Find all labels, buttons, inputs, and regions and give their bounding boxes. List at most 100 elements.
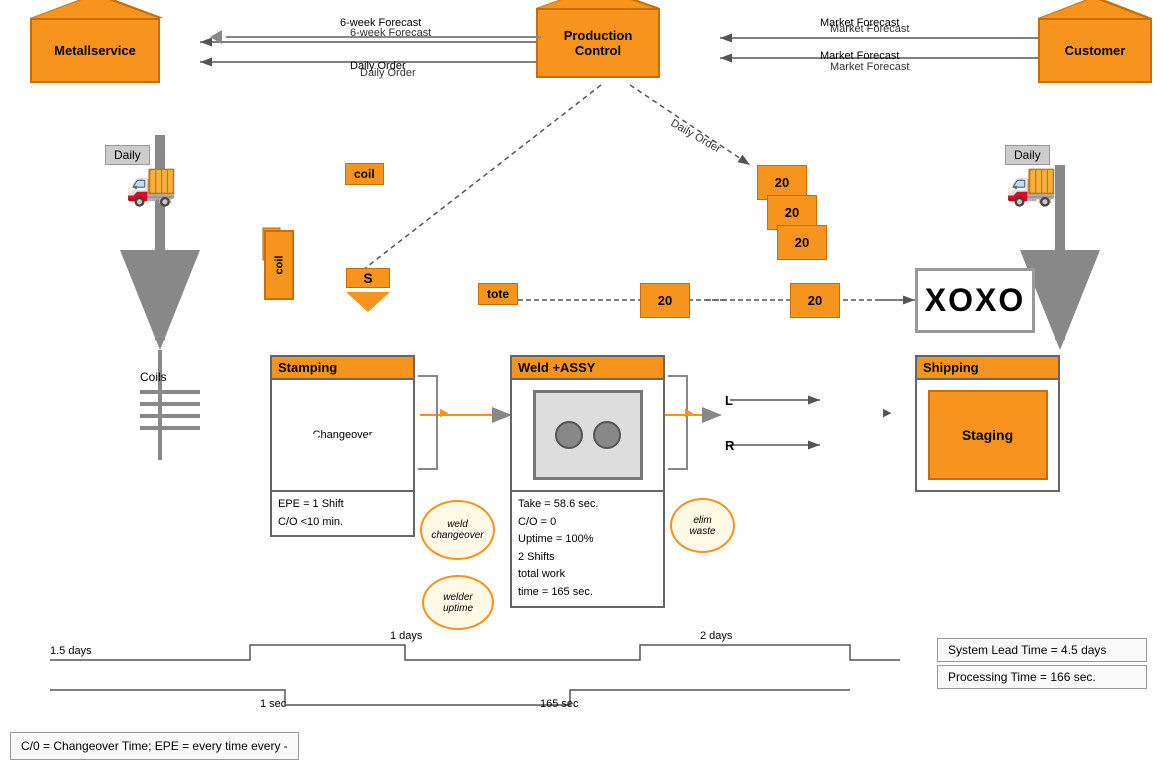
weld-machine xyxy=(533,390,643,480)
timeline-days-2: 1 days xyxy=(390,630,422,642)
market-forecast-1-display: Market Forecast xyxy=(820,17,899,29)
metallservice-label: Metallservice xyxy=(30,18,160,83)
push-arrow-label-2: ▶ xyxy=(685,406,693,419)
changeover-burst: Changeover xyxy=(293,385,393,485)
stamping-co: C/O <10 min. xyxy=(278,514,407,532)
push-arrow-label-1: ▶ xyxy=(440,406,448,419)
weld-circle-2 xyxy=(593,421,621,449)
push-s-box: S xyxy=(346,268,390,288)
tote-label: tote xyxy=(478,283,518,305)
xoxo-box: XOXO xyxy=(915,268,1035,333)
production-control-factory: Production Control xyxy=(536,8,660,78)
metallservice-factory: Metallservice xyxy=(30,18,160,83)
market-forecast-2-arrow-label: Market Forecast xyxy=(820,50,899,62)
inv20-right: 20 xyxy=(790,283,840,318)
footnote-text: C/0 = Changeover Time; EPE = every time … xyxy=(21,739,288,753)
lr-label-l: L xyxy=(725,393,733,408)
kaizen-welder-uptime: welder uptime xyxy=(422,575,494,630)
forecast-text-display: 6-week Forecast xyxy=(340,17,421,29)
order-stack-1-text: 20 xyxy=(775,175,789,190)
coils-label: Coils xyxy=(140,370,167,384)
right-daily-text: Daily xyxy=(1014,148,1041,162)
diagram: 6-week Forecast Daily Order Market Forec… xyxy=(0,0,1162,770)
timeline-sec-1: 1 sec xyxy=(260,698,286,710)
coil-push-text: coil xyxy=(354,167,375,181)
coils-text: Coils xyxy=(140,370,167,384)
market-forecast-1-arrow-label: Market Forecast xyxy=(820,17,899,29)
daily-order-left-display: Daily Order xyxy=(350,60,406,72)
weld-info: Take = 58.6 sec. C/O = 0 Uptime = 100% 2… xyxy=(512,490,663,606)
weld-circle-1 xyxy=(555,421,583,449)
weld-bracket xyxy=(668,375,688,470)
inv20-right-text: 20 xyxy=(808,293,822,308)
shipping-process: Shipping Staging xyxy=(915,355,1060,492)
staging-box: Staging xyxy=(928,390,1048,480)
tl-sec1-text: 1 sec xyxy=(260,698,286,710)
order-stack-2-text: 20 xyxy=(785,205,799,220)
push-triangle xyxy=(346,292,390,312)
tl-days1-text: 1.5 days xyxy=(50,645,92,657)
weld-uptime: Uptime = 100% xyxy=(518,531,657,549)
stamping-header: Stamping xyxy=(272,357,413,380)
left-daily-label: Daily xyxy=(105,145,150,165)
stamping-info: EPE = 1 Shift C/O <10 min. xyxy=(272,490,413,535)
daily-order-left-arrow-label: Daily Order xyxy=(350,60,406,72)
order-stack-3-text: 20 xyxy=(795,235,809,250)
forecast-arrow-area xyxy=(210,30,541,44)
left-truck-icon: 🚚 xyxy=(125,160,177,209)
kaizen-elim-waste-text: elim waste xyxy=(689,515,715,537)
lr-label-r: R xyxy=(725,438,734,453)
daily-order-right-label: Daily Order xyxy=(669,117,723,155)
weld-take: Take = 58.6 sec. xyxy=(518,496,657,514)
stamping-bracket xyxy=(418,375,438,470)
kaizen-weld-changeover: weld changeover xyxy=(420,500,495,560)
right-truck-icon: 🚚 xyxy=(1005,160,1057,209)
metallservice-text: Metallservice xyxy=(54,43,136,58)
stamping-process: Stamping Changeover EPE = 1 Shift C/O <1… xyxy=(270,355,415,537)
footnote-box: C/0 = Changeover Time; EPE = every time … xyxy=(10,732,299,760)
weld-process: Weld +ASSY Take = 58.6 sec. C/O = 0 Upti… xyxy=(510,355,665,608)
timeline-days-3: 2 days xyxy=(700,630,732,642)
left-truck-area: Daily 🚚 xyxy=(105,145,177,209)
l-text: L xyxy=(725,393,733,408)
shipping-header-text: Shipping xyxy=(923,360,979,375)
market-forecast-2-label: Market Forecast xyxy=(830,61,909,73)
market-forecast-2-display: Market Forecast xyxy=(820,50,899,62)
right-daily-label: Daily xyxy=(1005,145,1050,165)
tote-text: tote xyxy=(487,287,509,301)
weld-header-text: Weld +ASSY xyxy=(518,360,595,375)
order-stack-area: 20 20 20 xyxy=(757,165,807,270)
kaizen-welder-uptime-text: welder uptime xyxy=(443,592,473,614)
tl-days3-text: 2 days xyxy=(700,630,732,642)
coil-stack-text: coil xyxy=(273,256,285,275)
tl-days2-text: 1 days xyxy=(390,630,422,642)
r-text: R xyxy=(725,438,734,453)
production-control-label: Production Control xyxy=(536,8,660,78)
timeline-sec-2: 165 sec xyxy=(540,698,579,710)
inv20-mid-text: 20 xyxy=(658,293,672,308)
coils-stack xyxy=(140,390,200,430)
kaizen-weld-changeover-text: weld changeover xyxy=(431,519,483,541)
system-lead-time-box: System Lead Time = 4.5 days xyxy=(937,638,1147,662)
right-truck-area: Daily 🚚 xyxy=(1005,145,1057,209)
weld-co: C/O = 0 xyxy=(518,514,657,532)
shipping-body: Staging xyxy=(917,380,1058,490)
xoxo-text: XOXO xyxy=(925,282,1025,319)
tl-sec2-text: 165 sec xyxy=(540,698,579,710)
weld-body xyxy=(512,380,663,490)
inv20-mid: 20 xyxy=(640,283,690,318)
kaizen-elim-waste: elim waste xyxy=(670,498,735,553)
order-stack-3: 20 xyxy=(777,225,827,260)
stamping-epe: EPE = 1 Shift xyxy=(278,496,407,514)
shipping-header: Shipping xyxy=(917,357,1058,380)
timeline-days-1: 1.5 days xyxy=(50,645,92,657)
weld-total: total work time = 165 sec. xyxy=(518,566,657,601)
forecast-arrow-label: 6-week Forecast xyxy=(340,17,421,29)
weld-shifts: 2 Shifts xyxy=(518,549,657,567)
customer-label: Customer xyxy=(1038,18,1152,83)
processing-time-box: Processing Time = 166 sec. xyxy=(937,665,1147,689)
staging-text: Staging xyxy=(962,427,1013,443)
coil-stack: coil xyxy=(264,230,294,300)
production-control-text: Production Control xyxy=(564,28,633,58)
coil-push-label: coil xyxy=(345,163,384,185)
